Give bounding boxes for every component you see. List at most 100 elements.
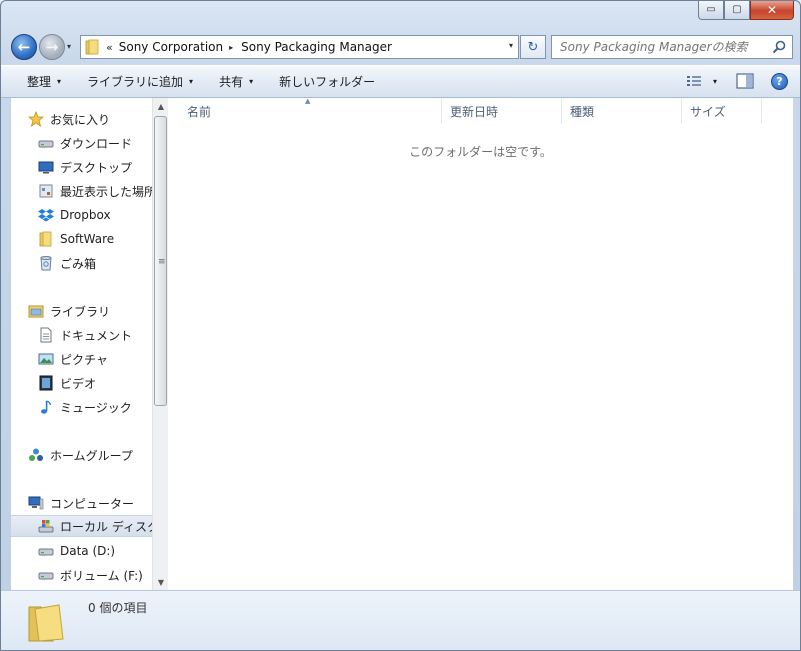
view-options-icon[interactable] — [685, 72, 705, 90]
drive-icon — [38, 548, 54, 556]
nav-item-dropbox[interactable]: Dropbox — [38, 204, 111, 226]
nav-favorites[interactable]: お気に入り — [28, 108, 110, 130]
chevron-down-icon: ▾ — [189, 77, 194, 86]
nav-item-software[interactable]: SoftWare — [38, 228, 114, 250]
address-overflow-icon[interactable]: « — [106, 41, 113, 54]
maximize-icon: ▢ — [732, 4, 742, 15]
nav-item-label: SoftWare — [60, 232, 115, 246]
drive-icon — [38, 572, 54, 580]
system-drive-icon — [38, 520, 54, 533]
scroll-down-arrow-icon[interactable]: ▼ — [153, 574, 169, 590]
nav-item-local-disk-c[interactable]: ローカル ディスク (C:) — [11, 515, 152, 537]
scrollbar-thumb[interactable]: ≡ — [154, 116, 167, 406]
nav-item-label: ピクチャ — [60, 352, 108, 367]
search-icon[interactable] — [771, 39, 787, 55]
add-to-library-label: ライブラリに追加 — [87, 75, 184, 89]
nav-homegroup-label: ホームグループ — [50, 448, 133, 463]
chevron-down-icon: ▾ — [57, 77, 62, 86]
breadcrumb-segment[interactable]: Sony Corporation — [119, 40, 223, 54]
back-arrow-icon: ← — [17, 38, 31, 56]
share-label: 共有 — [219, 75, 244, 89]
nav-item-label: ごみ箱 — [60, 256, 97, 271]
scroll-up-arrow-icon[interactable]: ▲ — [153, 98, 169, 114]
nav-item-documents[interactable]: ドキュメント — [38, 324, 132, 346]
nav-item-label: ミュージック — [60, 400, 132, 415]
close-icon: ✕ — [766, 3, 778, 17]
nav-item-label: デスクトップ — [60, 160, 133, 175]
recycle-bin-icon — [40, 256, 52, 271]
view-dropdown-icon[interactable]: ▾ — [713, 77, 717, 86]
column-header-size[interactable]: サイズ — [682, 98, 762, 124]
column-label: サイズ — [690, 104, 726, 119]
nav-computer-label: コンピューター — [50, 496, 135, 511]
command-bar: 整理 ▾ ライブラリに追加 ▾ 共有 ▾ 新しいフォルダー ▾ ? — [1, 65, 800, 98]
homegroup-icon — [29, 448, 43, 461]
address-bar[interactable]: « Sony Corporation ▸ Sony Packaging Mana… — [80, 35, 519, 59]
empty-folder-message: このフォルダーは空です。 — [409, 145, 552, 159]
back-button[interactable]: ← — [11, 34, 37, 60]
navigation-bar: ← → ▾ « Sony Corporation ▸ Sony Packagin… — [1, 31, 800, 63]
nav-item-recent-places[interactable]: 最近表示した場所 — [38, 180, 152, 202]
maximize-button[interactable]: ▢ — [724, 1, 750, 20]
nav-item-volume-f[interactable]: ボリューム (F:) — [38, 564, 143, 586]
video-icon — [39, 375, 53, 391]
recent-pages-dropdown-icon[interactable]: ▾ — [67, 42, 71, 51]
file-list[interactable]: 名前 ▲ 更新日時 種類 サイズ このフォルダーは空です。 — [168, 97, 793, 590]
item-count: 0 個の項目 — [88, 601, 148, 615]
nav-libraries[interactable]: ライブラリ — [28, 300, 110, 322]
nav-item-label: ドキュメント — [60, 328, 133, 343]
details-pane: 0 個の項目 — [1, 590, 800, 650]
search-box[interactable] — [551, 35, 793, 59]
refresh-button[interactable]: ↻ — [520, 35, 546, 59]
organize-label: 整理 — [27, 75, 52, 89]
star-icon — [28, 111, 44, 127]
document-icon — [40, 327, 52, 343]
nav-computer[interactable]: コンピューター — [28, 492, 134, 514]
column-header-modified[interactable]: 更新日時 — [442, 98, 562, 124]
nav-homegroup[interactable]: ホームグループ — [28, 444, 133, 466]
add-to-library-button[interactable]: ライブラリに追加 ▾ — [87, 73, 193, 90]
minimize-icon: ▭ — [706, 4, 716, 15]
caption-buttons: ▭ ▢ ✕ — [698, 1, 794, 20]
chevron-down-icon: ▾ — [249, 77, 254, 86]
new-folder-label: 新しいフォルダー — [279, 75, 376, 89]
refresh-icon: ↻ — [527, 39, 539, 55]
nav-item-label: ボリューム (F:) — [60, 568, 143, 583]
nav-favorites-label: お気に入り — [50, 112, 111, 127]
desktop-icon — [38, 161, 54, 174]
new-folder-button[interactable]: 新しいフォルダー — [279, 73, 375, 90]
nav-item-label: ローカル ディスク (C:) — [60, 519, 152, 534]
nav-item-recycle-bin[interactable]: ごみ箱 — [38, 252, 96, 274]
nav-item-label: Data (D:) — [60, 544, 116, 558]
drive-icon — [38, 140, 54, 148]
help-icon[interactable]: ? — [771, 72, 788, 90]
column-label: 種類 — [570, 104, 595, 119]
column-header-name[interactable]: 名前 — [179, 98, 442, 124]
nav-item-pictures[interactable]: ピクチャ — [38, 348, 108, 370]
nav-item-label: ダウンロード — [60, 136, 133, 151]
minimize-button[interactable]: ▭ — [698, 1, 724, 20]
column-header-type[interactable]: 種類 — [562, 98, 682, 124]
preview-pane-icon[interactable] — [735, 72, 755, 90]
share-button[interactable]: 共有 ▾ — [219, 73, 253, 90]
nav-item-videos[interactable]: ビデオ — [38, 372, 96, 394]
nav-item-data-d[interactable]: Data (D:) — [38, 540, 115, 562]
breadcrumb-arrow-icon[interactable]: ▸ — [229, 43, 233, 52]
nav-pane-scrollbar[interactable]: ▲ ≡ ▼ — [152, 98, 168, 590]
nav-item-label: Dropbox — [60, 208, 111, 222]
nav-item-desktop[interactable]: デスクトップ — [38, 156, 132, 178]
library-icon — [28, 305, 44, 318]
organize-button[interactable]: 整理 ▾ — [27, 73, 61, 90]
music-note-icon — [41, 400, 52, 414]
close-button[interactable]: ✕ — [750, 1, 794, 20]
breadcrumb-segment[interactable]: Sony Packaging Manager — [241, 40, 392, 54]
folder-icon — [85, 39, 99, 55]
forward-arrow-icon: → — [45, 38, 59, 56]
nav-item-music[interactable]: ミュージック — [38, 396, 132, 418]
navigation-pane: お気に入り ダウンロード デスクトップ 最近表示した場所 Dropbox Sof… — [11, 98, 152, 590]
nav-item-downloads[interactable]: ダウンロード — [38, 132, 132, 154]
search-input[interactable] — [560, 37, 770, 57]
address-dropdown-icon[interactable]: ▾ — [509, 41, 513, 50]
column-label: 名前 — [187, 104, 212, 119]
forward-button[interactable]: → — [39, 34, 65, 60]
